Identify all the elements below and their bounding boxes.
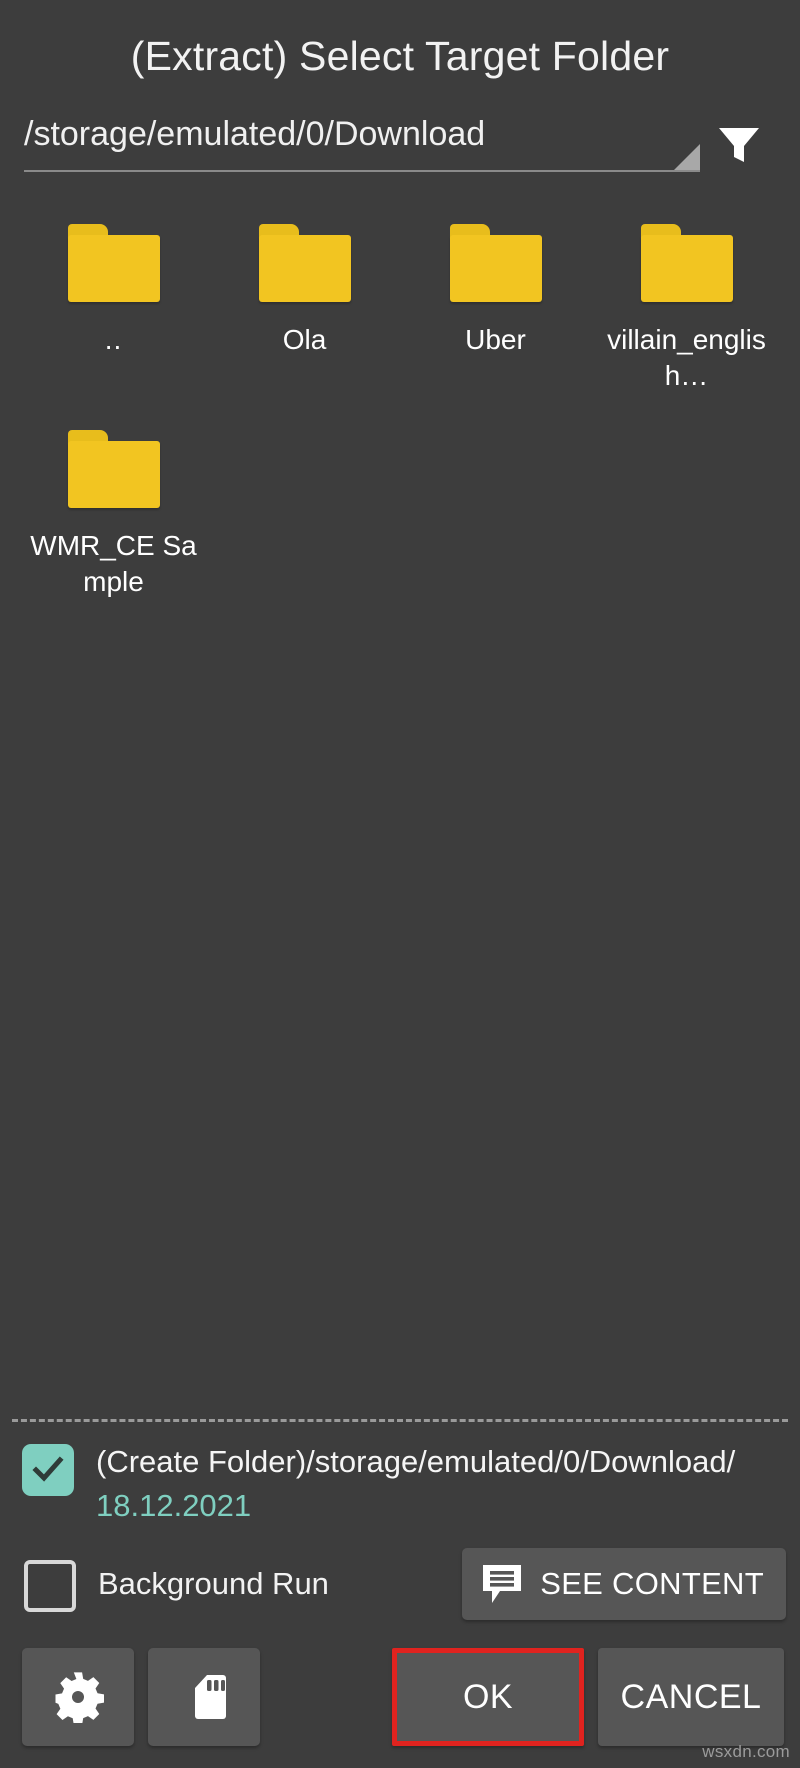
dialog-title-bar: (Extract) Select Target Folder bbox=[0, 0, 800, 112]
list-item-label: .. bbox=[104, 324, 123, 355]
folder-icon bbox=[258, 224, 351, 302]
path-value: /storage/emulated/0/Download bbox=[24, 115, 486, 153]
dropdown-triangle-icon[interactable] bbox=[674, 144, 700, 170]
background-run-checkbox[interactable] bbox=[24, 1560, 76, 1612]
storage-button[interactable] bbox=[148, 1648, 260, 1746]
create-folder-text: (Create Folder)/storage/emulated/0/Downl… bbox=[96, 1440, 784, 1528]
create-folder-row[interactable]: (Create Folder)/storage/emulated/0/Downl… bbox=[0, 1422, 800, 1538]
filter-funnel-icon bbox=[719, 128, 759, 162]
bottom-panel: (Create Folder)/storage/emulated/0/Downl… bbox=[0, 1419, 800, 1768]
list-item[interactable]: villain_englis h… bbox=[591, 216, 782, 396]
settings-button[interactable] bbox=[22, 1648, 134, 1746]
cancel-button-label: CANCEL bbox=[620, 1677, 762, 1716]
see-content-button[interactable]: SEE CONTENT bbox=[462, 1548, 786, 1620]
ok-button[interactable]: OK bbox=[392, 1648, 584, 1746]
gear-icon bbox=[55, 1672, 104, 1723]
create-folder-path: (Create Folder)/storage/emulated/0/Downl… bbox=[96, 1444, 736, 1479]
checkmark-icon bbox=[32, 1456, 64, 1482]
comment-list-icon bbox=[483, 1565, 522, 1603]
select-target-folder-dialog: (Extract) Select Target Folder /storage/… bbox=[0, 0, 800, 1768]
list-item-label: Ola bbox=[282, 324, 327, 355]
folder-icon bbox=[449, 224, 542, 302]
action-bar: OK CANCEL bbox=[0, 1634, 800, 1768]
background-run-label: Background Run bbox=[98, 1566, 329, 1601]
path-bar: /storage/emulated/0/Download bbox=[0, 112, 800, 194]
file-browser-area: .. Ola Uber villain_englis h… WMR_CE Sam… bbox=[0, 194, 800, 1419]
list-item-label: Uber bbox=[465, 324, 526, 355]
background-run-row: Background Run SEE CONTENT bbox=[0, 1538, 800, 1634]
path-input[interactable]: /storage/emulated/0/Download bbox=[24, 112, 700, 178]
see-content-label: SEE CONTENT bbox=[540, 1566, 764, 1601]
folder-icon bbox=[640, 224, 733, 302]
cancel-button[interactable]: CANCEL bbox=[598, 1648, 784, 1746]
ok-button-label: OK bbox=[462, 1677, 514, 1716]
list-item-label: villain_englis h… bbox=[607, 324, 766, 391]
filter-button[interactable] bbox=[700, 112, 778, 178]
list-item[interactable]: Ola bbox=[209, 216, 400, 396]
list-item-label: WMR_CE Sample bbox=[30, 530, 197, 597]
sd-card-icon bbox=[195, 1675, 226, 1719]
create-folder-checkbox[interactable] bbox=[22, 1444, 74, 1496]
folder-icon bbox=[67, 224, 160, 302]
list-item[interactable]: WMR_CE Sample bbox=[18, 422, 209, 602]
page-title: (Extract) Select Target Folder bbox=[130, 32, 670, 79]
create-folder-date: 18.12.2021 bbox=[96, 1488, 252, 1523]
folder-icon bbox=[67, 430, 160, 508]
path-underline bbox=[24, 170, 700, 172]
watermark: wsxdn.com bbox=[702, 1742, 790, 1761]
list-item[interactable]: .. bbox=[18, 216, 209, 396]
folder-grid: .. Ola Uber villain_englis h… WMR_CE Sam… bbox=[18, 216, 782, 602]
list-item[interactable]: Uber bbox=[400, 216, 591, 396]
